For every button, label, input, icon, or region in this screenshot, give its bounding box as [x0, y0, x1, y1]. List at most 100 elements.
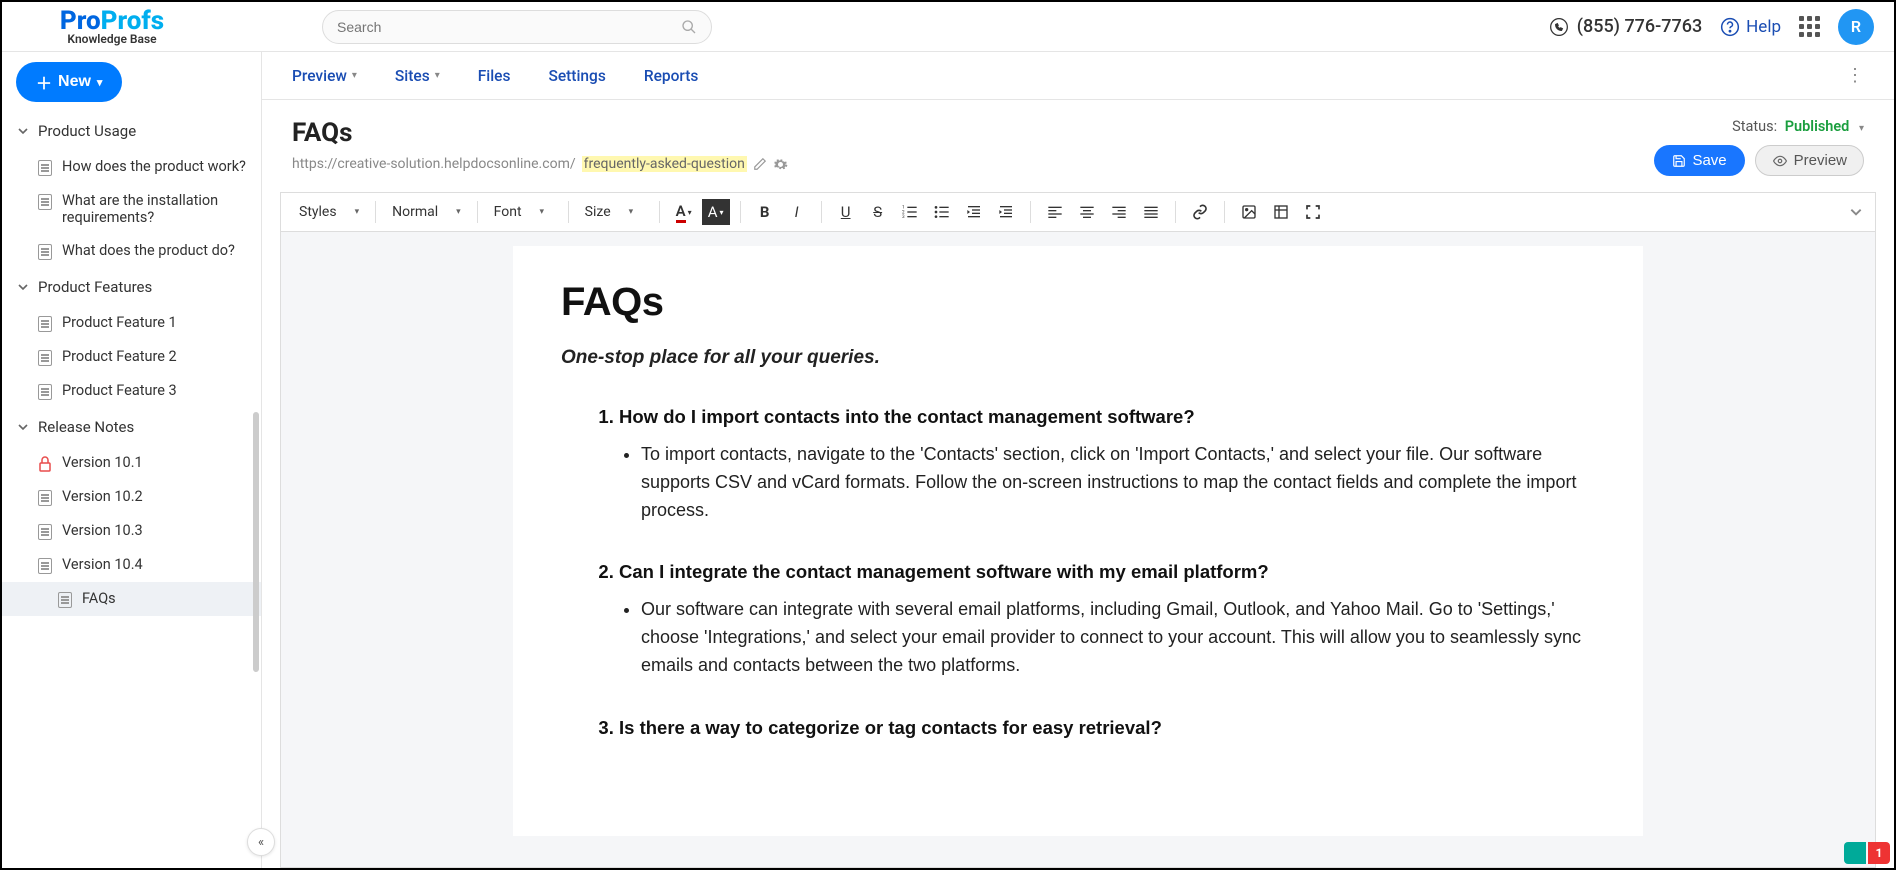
bullet-list-button[interactable] [928, 199, 956, 225]
indent-button[interactable] [992, 199, 1020, 225]
chevron-down-icon: ▾ [629, 207, 634, 217]
tab-label: Files [478, 67, 511, 85]
document-icon [38, 490, 52, 506]
align-justify-button[interactable] [1137, 199, 1165, 225]
phone-icon [1549, 17, 1569, 37]
avatar[interactable]: R [1838, 9, 1874, 45]
tab-label: Reports [644, 67, 699, 85]
save-button[interactable]: Save [1654, 145, 1744, 176]
underline-button[interactable]: U [832, 199, 860, 225]
size-selector[interactable]: Size ▾ [579, 200, 649, 224]
sidebar-cat-product-features[interactable]: Product Features [2, 268, 261, 306]
faq-item: Is there a way to categorize or tag cont… [619, 714, 1595, 742]
search-input[interactable] [337, 19, 681, 35]
italic-button[interactable]: I [783, 199, 811, 225]
divider [568, 201, 569, 223]
new-button[interactable]: ＋ New ▾ [16, 62, 122, 102]
sidebar-item[interactable]: Version 10.3 [2, 514, 261, 548]
sidebar-item[interactable]: Product Feature 2 [2, 340, 261, 374]
svg-text:3: 3 [902, 214, 905, 220]
editor-canvas[interactable]: FAQs One-stop place for all your queries… [280, 232, 1876, 868]
bg-color-button[interactable]: A▾ [702, 199, 730, 225]
collapse-sidebar-button[interactable]: « [247, 828, 275, 856]
align-center-button[interactable] [1073, 199, 1101, 225]
chevron-down-icon [16, 280, 30, 294]
sidebar-item[interactable]: What does the product do? [2, 234, 261, 268]
editor-toolbar: Styles▾ Normal▾ Font▾ Size▾ A▾ A▾ B I U … [280, 192, 1876, 232]
phone-link[interactable]: (855) 776-7763 [1549, 16, 1702, 37]
size-label: Size [585, 204, 611, 220]
sidebar-item-label: Product Feature 1 [62, 314, 177, 331]
chevron-down-icon: ▾ [540, 207, 545, 217]
gear-icon[interactable] [773, 157, 788, 172]
sidebar-item[interactable]: Product Feature 1 [2, 306, 261, 340]
outdent-button[interactable] [960, 199, 988, 225]
sidebar-item-label: Version 10.3 [62, 522, 143, 539]
sidebar-item-label: Version 10.4 [62, 556, 143, 573]
scrollbar-thumb[interactable] [253, 412, 259, 672]
table-button[interactable] [1267, 199, 1295, 225]
sidebar-item[interactable]: Product Feature 3 [2, 374, 261, 408]
sidebar-item[interactable]: Version 10.2 [2, 480, 261, 514]
help-link[interactable]: Help [1720, 17, 1781, 37]
page-title: FAQs [292, 118, 1654, 148]
page-url-slug[interactable]: frequently-asked-question [582, 156, 747, 172]
save-icon [1672, 154, 1686, 168]
chevron-down-icon: ▾ [435, 70, 440, 81]
sidebar-item[interactable]: How does the product work? [2, 150, 261, 184]
image-button[interactable] [1235, 199, 1263, 225]
sidebar-item-label: Product Feature 3 [62, 382, 177, 399]
edit-icon[interactable] [753, 157, 767, 171]
link-button[interactable] [1186, 199, 1214, 225]
sidebar-item-faqs[interactable]: FAQs [2, 582, 261, 616]
tab-reports[interactable]: Reports [644, 67, 699, 85]
apps-grid-icon[interactable] [1799, 16, 1820, 37]
sidebar-item-locked[interactable]: Version 10.1 [2, 446, 261, 480]
document-icon [38, 194, 52, 210]
align-right-button[interactable] [1105, 199, 1133, 225]
chevron-down-icon: ▾ [720, 208, 724, 217]
app-header: ProProfs Knowledge Base (855) 776-7763 H… [2, 2, 1894, 52]
notification-badges[interactable]: 1 [1844, 842, 1890, 864]
logo[interactable]: ProProfs Knowledge Base [22, 8, 202, 46]
new-button-label: New [58, 73, 91, 91]
tab-sites[interactable]: Sites▾ [395, 67, 440, 85]
sidebar-item-label: What are the installation requirements? [62, 192, 247, 226]
styles-selector[interactable]: Styles▾ [293, 200, 365, 224]
tab-files[interactable]: Files [478, 67, 511, 85]
fullscreen-button[interactable] [1299, 199, 1327, 225]
faq-answer: Our software can integrate with several … [641, 596, 1595, 680]
sidebar-item[interactable]: Version 10.4 [2, 548, 261, 582]
page-header: FAQs https://creative-solution.helpdocso… [262, 100, 1894, 186]
bold-button[interactable]: B [751, 199, 779, 225]
tab-settings[interactable]: Settings [548, 67, 605, 85]
sidebar-cat-release-notes[interactable]: Release Notes [2, 408, 261, 446]
align-left-button[interactable] [1041, 199, 1069, 225]
chevron-down-icon: ▾ [1859, 123, 1864, 134]
sidebar-tree[interactable]: Product Usage How does the product work?… [2, 112, 261, 868]
search-box[interactable] [322, 10, 712, 44]
tab-label: Settings [548, 67, 605, 85]
document-icon [58, 592, 72, 608]
document-body[interactable]: FAQs One-stop place for all your queries… [513, 246, 1643, 836]
status-selector[interactable]: Status: Published ▾ [1732, 118, 1864, 135]
divider [1224, 201, 1225, 223]
sidebar-item[interactable]: What are the installation requirements? [2, 184, 261, 234]
divider [821, 201, 822, 223]
sidebar-item-label: What does the product do? [62, 242, 235, 259]
preview-button[interactable]: Preview [1755, 145, 1864, 176]
text-color-button[interactable]: A▾ [670, 199, 698, 225]
badge-green-icon[interactable] [1844, 842, 1866, 864]
toolbar-expand-button[interactable] [1849, 205, 1863, 219]
sidebar-cat-product-usage[interactable]: Product Usage [2, 112, 261, 150]
ordered-list-button[interactable]: 123 [896, 199, 924, 225]
strike-button[interactable]: S [864, 199, 892, 225]
more-vertical-icon[interactable]: ⋮ [1846, 65, 1864, 86]
font-selector[interactable]: Font▾ [488, 200, 558, 224]
badge-red-count[interactable]: 1 [1868, 842, 1890, 864]
document-icon [38, 350, 52, 366]
faq-question: Can I integrate the contact management s… [619, 561, 1269, 582]
format-selector[interactable]: Normal▾ [386, 200, 467, 224]
tab-preview[interactable]: Preview▾ [292, 67, 357, 85]
chevron-down-icon [16, 124, 30, 138]
